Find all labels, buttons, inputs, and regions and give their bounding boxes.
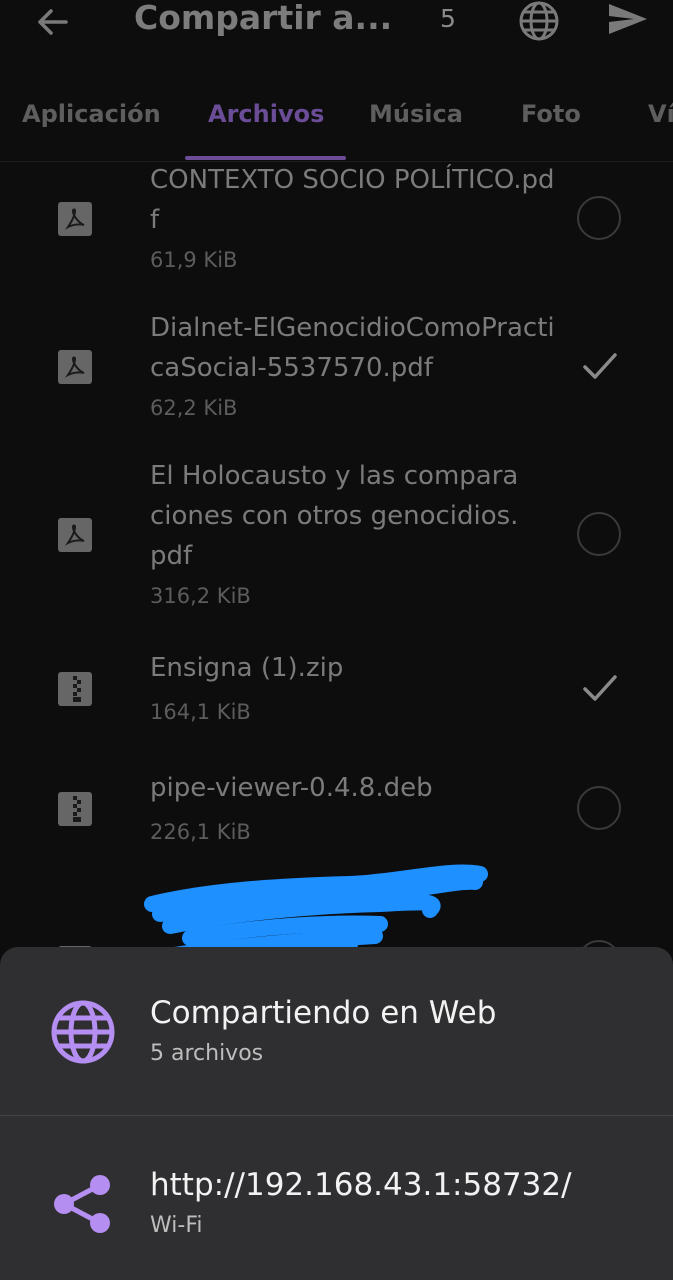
file-name: Ensigna (1).zip <box>150 653 344 683</box>
select-radio[interactable] <box>577 786 621 830</box>
file-name: CONTEXTO SOCIO POLÍTICO.pdf <box>150 165 555 235</box>
select-radio[interactable] <box>577 196 621 240</box>
archive-icon <box>58 672 92 706</box>
pdf-icon <box>58 350 92 384</box>
tab-aplicacion[interactable]: Aplicación <box>22 100 161 128</box>
file-row[interactable]: Dialnet-ElGenocidioComoPracticaSocial-55… <box>0 302 673 432</box>
file-size: 164,1 KiB <box>150 700 251 724</box>
pdf-icon <box>58 202 92 236</box>
tab-foto[interactable]: Foto <box>521 100 581 128</box>
share-screen: Compartir a... 5 Aplicación Archivos Mús… <box>0 0 673 1280</box>
pdf-icon <box>58 518 92 552</box>
share-url[interactable]: http://192.168.43.1:58732/ <box>150 1167 572 1203</box>
file-list: CONTEXTO SOCIO POLÍTICO.pdf 61,9 KiB Dia… <box>0 162 673 948</box>
share-icon <box>52 1173 114 1235</box>
selected-count: 5 <box>440 4 456 33</box>
network-label: Wi-Fi <box>150 1213 203 1238</box>
category-tabs: Aplicación Archivos Música Foto Ví <box>0 90 673 162</box>
archive-icon <box>58 792 92 826</box>
file-size: 226,1 KiB <box>150 820 251 844</box>
sheet-file-count: 5 archivos <box>150 1041 264 1066</box>
select-radio[interactable] <box>577 512 621 556</box>
tab-archivos[interactable]: Archivos <box>208 100 324 128</box>
page-title: Compartir a... <box>134 0 393 37</box>
file-row[interactable]: CONTEXTO SOCIO POLÍTICO.pdf 61,9 KiB <box>0 162 673 292</box>
globe-icon[interactable] <box>518 0 560 42</box>
file-size: 316,2 KiB <box>150 584 251 608</box>
file-name: pipe-viewer-0.4.8.deb <box>150 773 433 803</box>
tab-musica[interactable]: Música <box>369 100 463 128</box>
back-arrow-icon[interactable] <box>32 2 72 42</box>
checkmark-icon[interactable] <box>580 346 620 386</box>
file-row[interactable]: Ensigna (1).zip 164,1 KiB <box>0 642 673 742</box>
web-share-sheet: Compartiendo en Web 5 archivos http://19… <box>0 947 673 1280</box>
top-app-bar: Compartir a... 5 <box>0 0 673 60</box>
file-size: 61,9 KiB <box>150 248 238 272</box>
file-row[interactable]: El Holocausto y las comparaciones con ot… <box>0 452 673 622</box>
send-icon[interactable] <box>606 0 650 40</box>
file-row[interactable]: pipe-viewer-0.4.8.deb 226,1 KiB <box>0 762 673 862</box>
file-size: 62,2 KiB <box>150 396 238 420</box>
sheet-divider <box>0 1115 673 1116</box>
sheet-title: Compartiendo en Web <box>150 995 497 1031</box>
active-tab-indicator <box>185 156 346 160</box>
file-name: Dialnet-ElGenocidioComoPracticaSocial-55… <box>150 313 555 383</box>
globe-icon <box>50 999 116 1065</box>
tab-video[interactable]: Ví <box>648 100 673 128</box>
file-name: El Holocausto y las comparaciones con ot… <box>150 461 519 571</box>
checkmark-icon[interactable] <box>580 668 620 708</box>
